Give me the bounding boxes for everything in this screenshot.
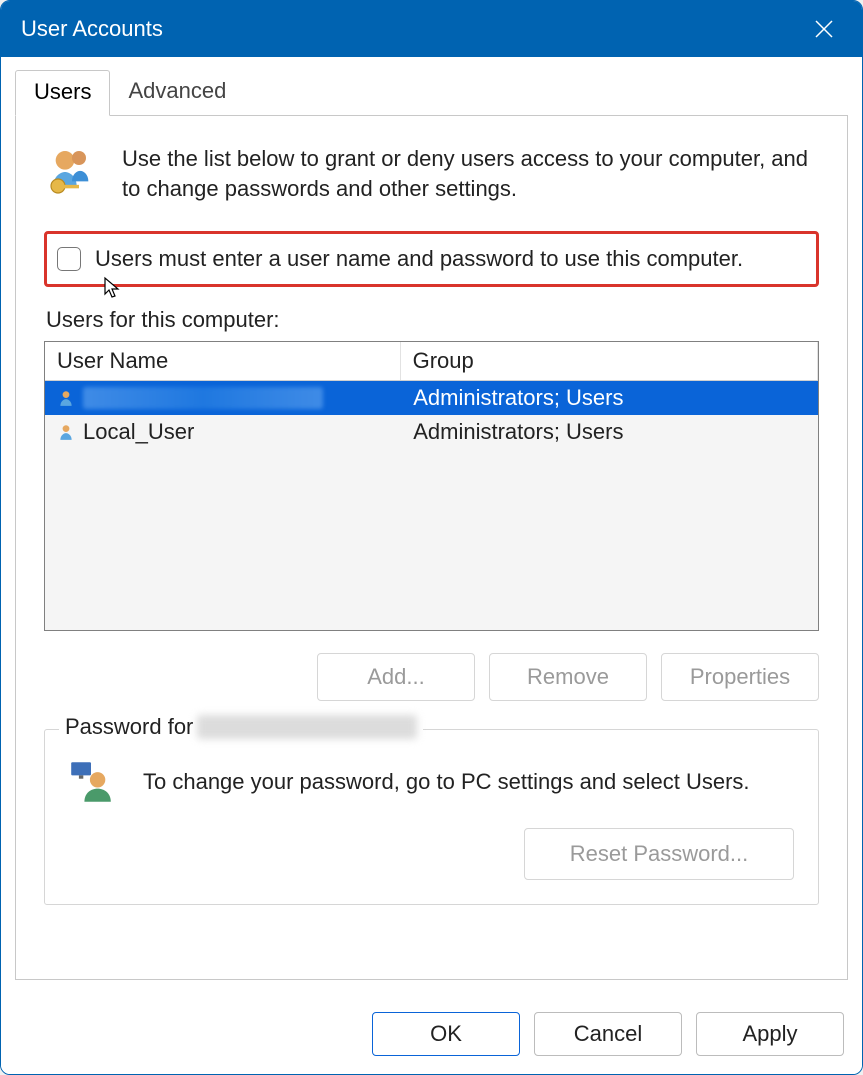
titlebar: User Accounts xyxy=(1,1,862,57)
window-title: User Accounts xyxy=(21,16,806,42)
password-fieldset: Password for To change your password, go… xyxy=(44,729,819,905)
dialog-content: Users Advanced Use the list below to gra… xyxy=(1,57,862,998)
user-icon xyxy=(57,389,75,407)
remove-button[interactable]: Remove xyxy=(489,653,647,701)
users-list-heading: Users for this computer: xyxy=(46,307,819,333)
user-buttons-row: Add... Remove Properties xyxy=(44,653,819,701)
table-row[interactable]: Administrators; Users xyxy=(45,381,818,415)
intro-row: Use the list below to grant or deny user… xyxy=(44,144,819,203)
tab-advanced[interactable]: Advanced xyxy=(110,70,244,116)
username-redacted xyxy=(83,387,323,409)
password-legend: Password for xyxy=(59,714,423,740)
apply-button[interactable]: Apply xyxy=(696,1012,844,1056)
cell-username: Local_User xyxy=(83,419,194,445)
user-accounts-dialog: User Accounts Users Advanced Use xyxy=(0,0,863,1075)
properties-button[interactable]: Properties xyxy=(661,653,819,701)
intro-text: Use the list below to grant or deny user… xyxy=(122,144,819,203)
user-monitor-icon xyxy=(69,760,113,804)
column-username[interactable]: User Name xyxy=(45,342,401,380)
password-legend-redacted xyxy=(197,715,417,739)
reset-password-button[interactable]: Reset Password... xyxy=(524,828,794,880)
cursor-icon xyxy=(103,276,125,300)
close-button[interactable] xyxy=(806,11,842,47)
cell-group: Administrators; Users xyxy=(401,419,810,445)
close-icon xyxy=(814,19,834,39)
table-row[interactable]: Local_User Administrators; Users xyxy=(45,415,818,449)
ok-button[interactable]: OK xyxy=(372,1012,520,1056)
cancel-button[interactable]: Cancel xyxy=(534,1012,682,1056)
password-legend-prefix: Password for xyxy=(65,714,193,740)
cell-group: Administrators; Users xyxy=(401,385,810,411)
user-icon xyxy=(57,423,75,441)
users-panel: Use the list below to grant or deny user… xyxy=(15,116,848,980)
dialog-footer: OK Cancel Apply xyxy=(1,998,862,1074)
table-header: User Name Group xyxy=(45,342,818,381)
table-body: Administrators; Users Local_User Adminis… xyxy=(45,381,818,630)
tabstrip: Users Advanced xyxy=(15,69,848,116)
require-signin-label: Users must enter a user name and passwor… xyxy=(95,246,743,272)
require-signin-checkbox[interactable] xyxy=(57,247,81,271)
column-group[interactable]: Group xyxy=(401,342,818,380)
add-button[interactable]: Add... xyxy=(317,653,475,701)
tab-users[interactable]: Users xyxy=(15,70,110,116)
password-instruction: To change your password, go to PC settin… xyxy=(143,769,750,795)
users-table: User Name Group Administrators; Users xyxy=(44,341,819,631)
users-keys-icon xyxy=(44,144,100,200)
require-signin-highlight: Users must enter a user name and passwor… xyxy=(44,231,819,287)
